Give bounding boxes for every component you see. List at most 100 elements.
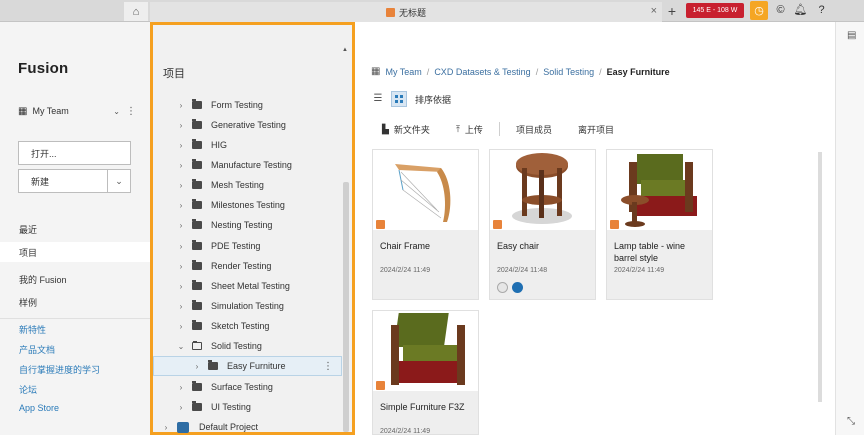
- sort-button[interactable]: 排序依据: [415, 93, 451, 106]
- brand-title: Fusion: [18, 60, 69, 77]
- design-date: 2024/2/24 11:48: [497, 267, 548, 274]
- chevron-right-icon[interactable]: ›: [176, 181, 186, 190]
- more-options-icon[interactable]: ⋮: [323, 361, 333, 372]
- design-title: Easy chair: [497, 241, 540, 251]
- tree-item[interactable]: › Default Project: [153, 417, 342, 435]
- chevron-right-icon[interactable]: ›: [176, 242, 186, 251]
- notification-bell-icon[interactable]: 🔔︎: [793, 3, 808, 18]
- list-view-icon[interactable]: ☰: [371, 92, 385, 106]
- nav-my-fusion[interactable]: 我的 Fusion: [0, 269, 150, 289]
- tree-item[interactable]: › Generative Testing: [153, 115, 342, 135]
- view-toolbar: ☰ 排序依据: [371, 91, 451, 107]
- team-selector[interactable]: ▦ My Team ⌄ ⋮: [18, 103, 136, 119]
- open-folder-icon: [192, 341, 202, 350]
- breadcrumb-hub[interactable]: CXD Datasets & Testing: [434, 67, 530, 77]
- tree-item-label: Nesting Testing: [211, 220, 273, 230]
- scroll-up-arrow-icon[interactable]: ▲: [342, 47, 348, 53]
- folder-icon: [192, 300, 202, 310]
- open-button[interactable]: 打开...: [18, 141, 131, 165]
- chevron-down-icon: ⌄: [113, 106, 120, 116]
- tree-item[interactable]: › PDE Testing: [153, 236, 342, 256]
- tree-item[interactable]: › Sheet Metal Testing: [153, 276, 342, 296]
- link-whats-new[interactable]: 新特性: [19, 323, 46, 336]
- new-folder-button[interactable]: ▙ 新文件夹: [382, 123, 430, 136]
- job-status-button[interactable]: ◷: [750, 1, 768, 20]
- chevron-right-icon[interactable]: ›: [176, 101, 186, 110]
- chevron-right-icon[interactable]: ›: [176, 161, 186, 170]
- user-avatar-icon[interactable]: [512, 282, 523, 293]
- tree-item[interactable]: ⌄ Solid Testing: [153, 336, 342, 356]
- tree-item[interactable]: › Manufacture Testing: [153, 155, 342, 175]
- design-date: 2024/2/24 11:49: [380, 428, 431, 435]
- chevron-right-icon[interactable]: ›: [192, 362, 202, 371]
- chevron-right-icon[interactable]: ›: [176, 201, 186, 210]
- tree-item[interactable]: › UI Testing: [153, 397, 342, 417]
- tree-item-label: Form Testing: [211, 100, 263, 110]
- document-panel-icon[interactable]: ▤: [847, 30, 856, 41]
- chevron-right-icon[interactable]: ›: [176, 262, 186, 271]
- link-self-paced-learning[interactable]: 自行掌握进度的学习: [19, 363, 100, 376]
- folder-icon: [192, 260, 202, 270]
- breadcrumb-team[interactable]: My Team: [385, 67, 421, 77]
- collapse-panel-icon[interactable]: ⤡: [847, 416, 855, 427]
- tree-item[interactable]: › Render Testing: [153, 256, 342, 276]
- chevron-right-icon[interactable]: ›: [161, 423, 171, 432]
- design-card[interactable]: Chair Frame 2024/2/24 11:49: [372, 149, 479, 300]
- user-avatar-icon[interactable]: [497, 282, 508, 293]
- new-folder-label: 新文件夹: [393, 124, 430, 135]
- tree-item-selected[interactable]: › Easy Furniture ⋮: [153, 356, 342, 376]
- chevron-right-icon[interactable]: ›: [176, 121, 186, 130]
- nav-samples[interactable]: 样例: [0, 292, 150, 312]
- new-tab-button[interactable]: +: [664, 3, 680, 19]
- help-icon[interactable]: ?: [814, 3, 829, 18]
- chevron-right-icon[interactable]: ›: [176, 403, 186, 412]
- tree-item[interactable]: › Simulation Testing: [153, 296, 342, 316]
- upload-button[interactable]: ⤒ 上传: [456, 123, 483, 136]
- fusion-file-icon: [610, 220, 619, 229]
- breadcrumb-project[interactable]: Solid Testing: [543, 67, 594, 77]
- design-card[interactable]: Easy chair 2024/2/24 11:48: [489, 149, 596, 300]
- tree-item[interactable]: › HIG: [153, 135, 342, 155]
- design-card[interactable]: Lamp table - wine barrel style 2024/2/24…: [606, 149, 713, 300]
- tree-item[interactable]: › Mesh Testing: [153, 175, 342, 195]
- breadcrumb-separator: /: [599, 66, 602, 77]
- tree-item-label: UI Testing: [211, 402, 251, 412]
- tree-item[interactable]: › Milestones Testing: [153, 195, 342, 215]
- design-thumbnail: [607, 150, 712, 230]
- tree-item[interactable]: › Form Testing: [153, 95, 342, 115]
- project-members-button[interactable]: 项目成员: [516, 123, 552, 136]
- account-icon[interactable]: ©: [773, 3, 788, 18]
- chevron-right-icon[interactable]: ›: [176, 383, 186, 392]
- leave-project-button[interactable]: 离开项目: [578, 123, 614, 136]
- chevron-down-icon[interactable]: ⌄: [176, 342, 186, 351]
- team-more-icon[interactable]: ⋮: [126, 106, 136, 117]
- chevron-right-icon[interactable]: ›: [176, 322, 186, 331]
- nav-projects[interactable]: 项目: [0, 242, 150, 262]
- folder-icon: [192, 280, 202, 290]
- home-tab[interactable]: ⌂: [124, 2, 148, 21]
- content-scrollbar[interactable]: [818, 152, 822, 402]
- close-tab-icon[interactable]: ×: [651, 5, 657, 17]
- tree-item-label: Default Project: [199, 422, 259, 432]
- chevron-right-icon[interactable]: ›: [176, 302, 186, 311]
- design-card[interactable]: Simple Furniture F3Z 2024/2/24 11:49: [372, 310, 479, 435]
- status-badge[interactable]: 145 E - 108 W: [686, 3, 744, 18]
- new-folder-icon: ▙: [382, 123, 389, 134]
- link-forum[interactable]: 论坛: [19, 383, 37, 396]
- tree-item[interactable]: › Nesting Testing: [153, 215, 342, 235]
- tree-item[interactable]: › Surface Testing: [153, 377, 342, 397]
- new-dropdown-button[interactable]: ⌄: [108, 169, 131, 193]
- chevron-right-icon[interactable]: ›: [176, 221, 186, 230]
- grid-view-icon[interactable]: [391, 91, 407, 107]
- new-button[interactable]: 新建: [18, 169, 108, 193]
- link-app-store[interactable]: App Store: [19, 403, 59, 413]
- link-product-docs[interactable]: 产品文档: [19, 343, 55, 356]
- tree-scrollbar[interactable]: [343, 182, 349, 432]
- nav-recent[interactable]: 最近: [0, 219, 150, 239]
- chevron-right-icon[interactable]: ›: [176, 282, 186, 291]
- team-name: My Team: [32, 106, 69, 116]
- tree-item[interactable]: › Sketch Testing: [153, 316, 342, 336]
- document-tab[interactable]: 无标题 ×: [150, 2, 662, 22]
- chevron-right-icon[interactable]: ›: [176, 141, 186, 150]
- action-toolbar: ▙ 新文件夹 ⤒ 上传 项目成员 离开项目: [382, 122, 640, 136]
